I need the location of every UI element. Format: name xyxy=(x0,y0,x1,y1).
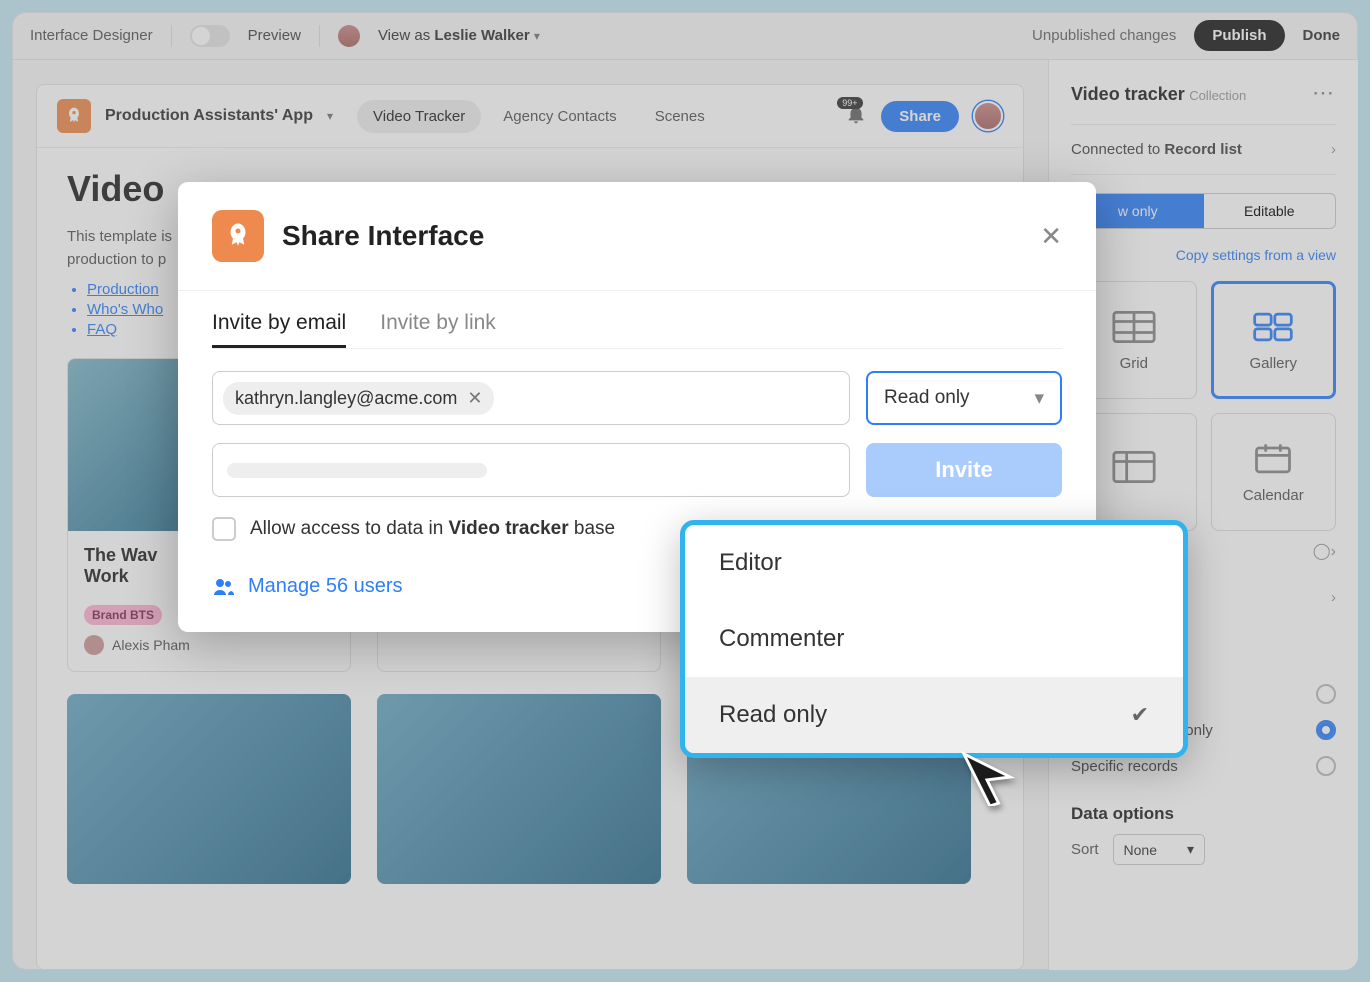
chevron-down-icon: ▾ xyxy=(1034,387,1044,410)
email-input[interactable]: kathryn.langley@acme.com ✕ xyxy=(212,371,850,425)
modal-tabs: Invite by email Invite by link xyxy=(212,311,1062,348)
checkbox[interactable] xyxy=(212,517,236,541)
users-icon xyxy=(212,577,236,597)
dropdown-item-read-only[interactable]: Read only ✔ xyxy=(685,677,1183,753)
permission-value: Read only xyxy=(884,387,970,409)
placeholder-bar xyxy=(227,463,487,478)
message-input[interactable] xyxy=(212,443,850,497)
cursor-icon xyxy=(958,748,1016,806)
remove-chip-icon[interactable]: ✕ xyxy=(467,388,482,409)
chip-label: kathryn.langley@acme.com xyxy=(235,388,457,409)
permission-select[interactable]: Read only ▾ xyxy=(866,371,1062,425)
tab-invite-email[interactable]: Invite by email xyxy=(212,311,346,348)
modal-title: Share Interface xyxy=(282,220,1022,252)
check-icon: ✔ xyxy=(1131,702,1149,728)
dropdown-item-editor[interactable]: Editor xyxy=(685,525,1183,601)
dropdown-item-commenter[interactable]: Commenter xyxy=(685,601,1183,677)
rocket-icon xyxy=(212,210,264,262)
invite-button[interactable]: Invite xyxy=(866,443,1062,497)
close-icon[interactable]: ✕ xyxy=(1040,221,1062,252)
permission-dropdown: Editor Commenter Read only ✔ xyxy=(680,520,1188,758)
tab-invite-link[interactable]: Invite by link xyxy=(380,311,496,348)
email-chip: kathryn.langley@acme.com ✕ xyxy=(223,382,494,415)
